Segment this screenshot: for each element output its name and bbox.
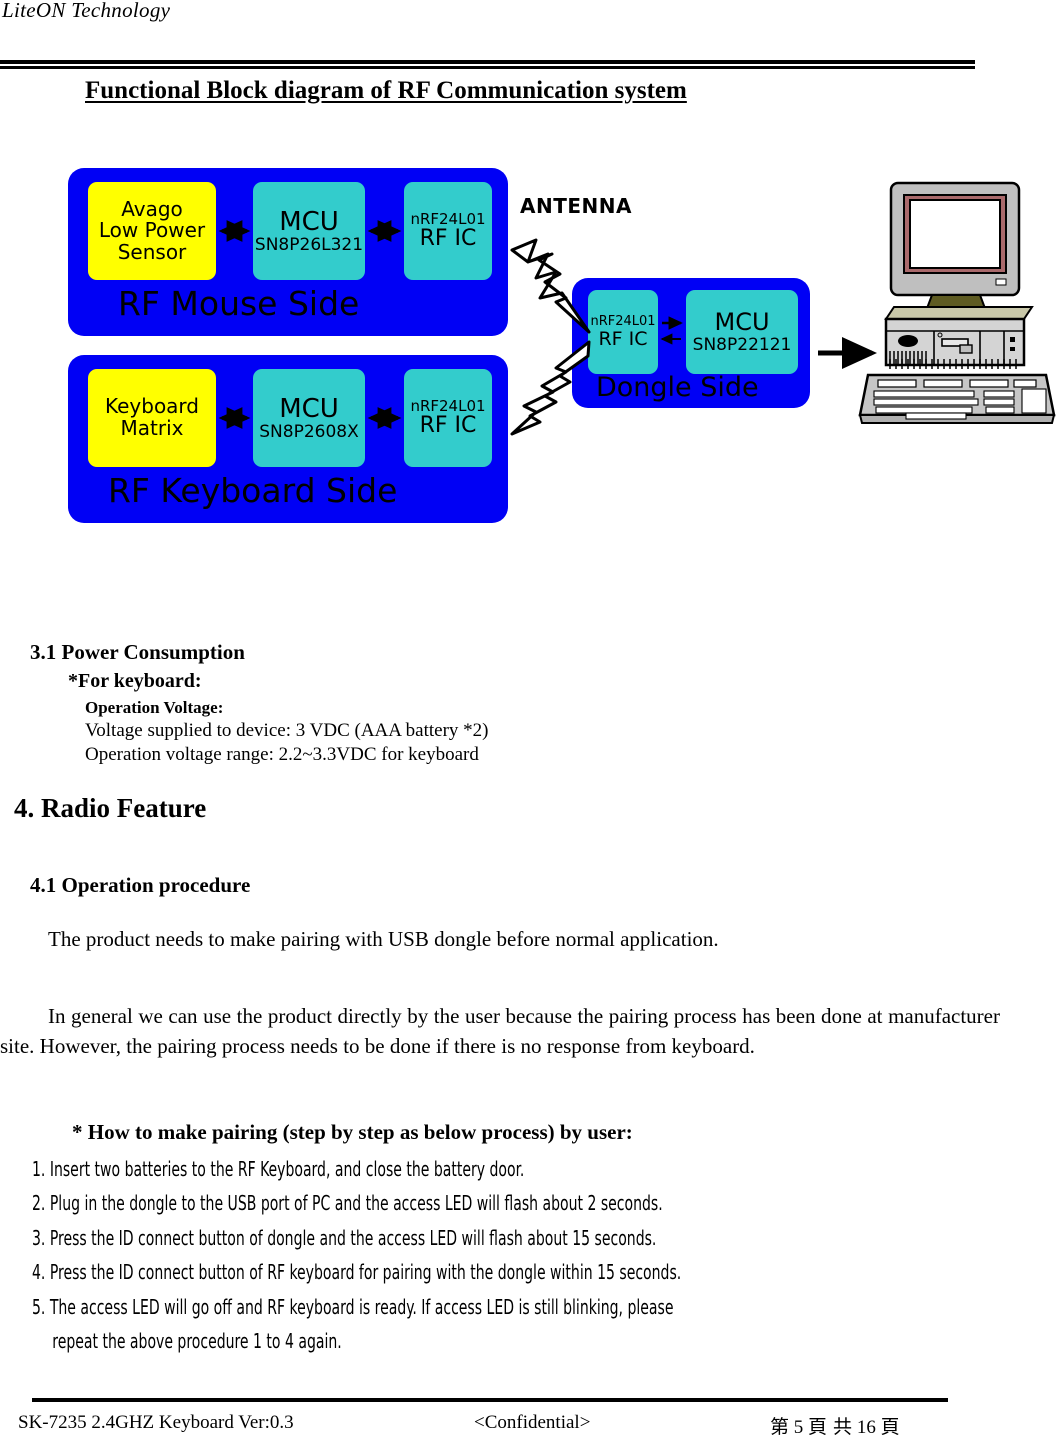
voltage-supplied-text: Voltage supplied to device: 3 VDC (AAA b…	[85, 720, 489, 741]
rf-keyboard-side-caption: RF Keyboard Side	[108, 471, 398, 510]
mouse-mcu-part: SN8P26L321	[254, 234, 364, 255]
header-rule-thick	[0, 60, 975, 64]
company-name: LiteON Technology	[2, 0, 171, 22]
list-item: 1. Insert two batteries to the RF Keyboa…	[32, 1157, 525, 1181]
keyboard-matrix-line-1: Keyboard	[104, 394, 199, 419]
block-avago-low-power-sensor: Avago Low Power Sensor	[88, 182, 216, 280]
dongle-side-caption: Dongle Side	[596, 372, 759, 403]
block-mouse-rf-ic: nRF24L01 RF IC	[404, 182, 492, 280]
list-item: 5. The access LED will go off and RF key…	[32, 1294, 674, 1319]
footer-confidential-label: <Confidential>	[474, 1412, 591, 1433]
footer-page-number: 第 5 頁 共 16 頁	[770, 1412, 900, 1439]
block-keyboard-matrix: Keyboard Matrix	[88, 369, 216, 467]
sensor-line-3: Sensor	[117, 239, 187, 264]
block-keyboard-rf-ic: nRF24L01 RF IC	[404, 369, 492, 467]
list-item: 4. Press the ID connect button of RF key…	[32, 1260, 682, 1285]
sensor-line-1: Avago	[121, 196, 183, 221]
keyboard-rf-part: nRF24L01	[410, 397, 486, 416]
mouse-mcu-title: MCU	[279, 206, 339, 237]
operation-voltage-label: Operation Voltage:	[85, 698, 224, 717]
header-rule-thin	[0, 66, 975, 69]
block-keyboard-mcu: MCU SN8P2608X	[253, 369, 365, 467]
intro-paragraph: The product needs to make pairing with U…	[48, 927, 719, 951]
page-title: Functional Block diagram of RF Communica…	[85, 77, 687, 104]
dongle-mcu-title: MCU	[714, 307, 770, 336]
keyboard-mcu-title: MCU	[279, 393, 339, 424]
sensor-line-2: Low Power	[98, 218, 206, 243]
desktop-computer-icon	[858, 181, 1056, 424]
for-keyboard-subheading: *For keyboard:	[68, 670, 202, 692]
mouse-rf-title: RF IC	[419, 226, 477, 252]
list-item-continuation: repeat the above procedure 1 to 4 again.	[52, 1328, 342, 1353]
keyboard-rf-title: RF IC	[419, 413, 477, 439]
header-divider-rule	[0, 60, 975, 70]
pairing-instructions-heading: * How to make pairing (step by step as b…	[72, 1120, 633, 1144]
mouse-rf-part: nRF24L01	[410, 210, 486, 229]
keyboard-matrix-line-2: Matrix	[120, 416, 184, 440]
dongle-rf-title: RF IC	[598, 327, 648, 350]
voltage-range-text: Operation voltage range: 2.2~3.3VDC for …	[85, 744, 479, 765]
footer-document-id: SK-7235 2.4GHZ Keyboard Ver:0.3	[18, 1412, 294, 1433]
page-suffix-label: 頁	[880, 1416, 900, 1438]
section-4-heading: 4. Radio Feature	[14, 793, 207, 823]
current-page-value: 5	[793, 1417, 804, 1438]
block-dongle-mcu: MCU SN8P22121	[686, 290, 798, 374]
block-dongle-rf-ic: nRF24L01 RF IC	[588, 290, 658, 374]
block-mouse-mcu: MCU SN8P26L321	[253, 182, 365, 280]
dongle-mcu-part: SN8P22121	[692, 334, 792, 355]
keyboard-mcu-part: SN8P2608X	[259, 421, 359, 442]
page-middle-label: 頁 共	[808, 1416, 853, 1438]
footer-divider-rule	[32, 1398, 948, 1402]
section-4-1-heading: 4.1 Operation procedure	[30, 873, 251, 897]
total-pages-value: 16	[856, 1417, 876, 1438]
section-3-1-heading: 3.1 Power Consumption	[30, 640, 245, 664]
pairing-steps-list: 1. Insert two batteries to the RF Keyboa…	[32, 1152, 820, 1358]
list-item: 2. Plug in the dongle to the USB port of…	[32, 1191, 663, 1216]
general-paragraph: In general we can use the product direct…	[0, 1004, 1000, 1058]
antenna-label: ANTENNA	[520, 194, 632, 218]
rf-mouse-side-caption: RF Mouse Side	[118, 284, 360, 323]
page-prefix-label: 第	[770, 1416, 790, 1438]
list-item: 3. Press the ID connect button of dongle…	[32, 1225, 657, 1250]
rf-block-diagram: Avago Low Power Sensor MCU SN8P26L321 nR…	[0, 150, 1059, 550]
dongle-rf-part: nRF24L01	[590, 313, 656, 329]
